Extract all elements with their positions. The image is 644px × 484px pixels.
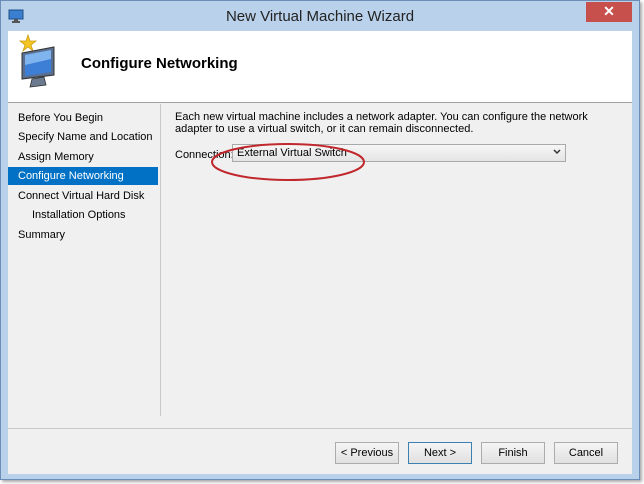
title-bar[interactable]: New Virtual Machine Wizard ✕ [1, 1, 639, 31]
close-button[interactable]: ✕ [586, 2, 632, 22]
page-title: Configure Networking [81, 55, 238, 72]
finish-button[interactable]: Finish [481, 442, 545, 464]
previous-button[interactable]: < Previous [335, 442, 399, 464]
window-title: New Virtual Machine Wizard [225, 8, 415, 25]
connection-selected-value: External Virtual Switch [237, 147, 347, 159]
connection-label: Connection: [175, 149, 234, 161]
nav-item-connect-virtual-hard-disk[interactable]: Connect Virtual Hard Disk [8, 187, 158, 205]
wizard-window: New Virtual Machine Wizard ✕ Configure N… [0, 0, 640, 480]
nav-item-before-you-begin[interactable]: Before You Begin [8, 109, 158, 127]
cancel-button[interactable]: Cancel [554, 442, 618, 464]
client-area: Configure Networking Before You Begin Sp… [8, 31, 632, 474]
chevron-down-icon [553, 149, 561, 155]
nav-item-specify-name-location[interactable]: Specify Name and Location [8, 128, 158, 146]
wizard-steps-nav: Before You Begin Specify Name and Locati… [8, 104, 158, 416]
next-button[interactable]: Next > [408, 442, 472, 464]
connection-dropdown[interactable]: External Virtual Switch [232, 144, 566, 162]
networking-description: Each new virtual machine includes a netw… [175, 111, 588, 135]
nav-divider [160, 104, 161, 416]
nav-item-configure-networking[interactable]: Configure Networking [8, 167, 158, 185]
nav-item-installation-options[interactable]: Installation Options [8, 206, 158, 224]
footer-divider [8, 428, 632, 429]
nav-item-assign-memory[interactable]: Assign Memory [8, 148, 158, 166]
wizard-header: Configure Networking [8, 31, 632, 103]
nav-item-summary[interactable]: Summary [8, 226, 158, 244]
monitor-star-icon [18, 33, 55, 88]
